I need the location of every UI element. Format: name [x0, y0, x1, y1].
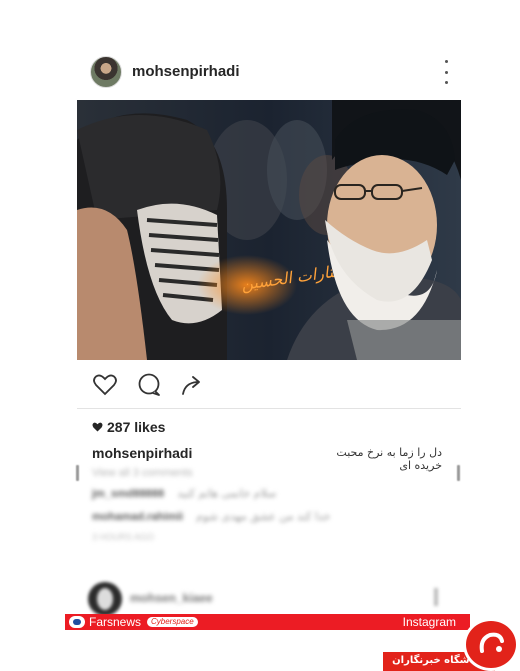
- source-bar: Farsnews Cyberspace Instagram: [65, 614, 470, 630]
- side-bar-left: [76, 465, 79, 481]
- post-header: mohsenpirhadi: [90, 56, 450, 90]
- next-post-more-icon[interactable]: [434, 588, 438, 606]
- next-post-username[interactable]: mohsen_kiaee: [130, 591, 213, 605]
- source-name: Farsnews: [89, 615, 142, 629]
- comment-row: mohamad.rahimii خدا کند من عشق مهدی شوم: [92, 510, 330, 523]
- view-comments-link[interactable]: View all 3 comments: [92, 467, 193, 479]
- platform-name: Instagram: [402, 615, 456, 629]
- username[interactable]: mohsenpirhadi: [132, 63, 240, 80]
- comment-user[interactable]: jm_smd88888: [92, 488, 164, 500]
- comment-text: خدا کند من عشق مهدی شوم: [196, 510, 331, 523]
- caption: mohsenpirhadi دل را زما به نرخ محبت خرید…: [92, 445, 442, 472]
- caption-username[interactable]: mohsenpirhadi: [92, 445, 192, 461]
- side-bar-right: [457, 465, 460, 481]
- watermark-logo-icon: [463, 618, 519, 671]
- source-section: Cyberspace: [147, 617, 198, 627]
- likes-count[interactable]: 287 likes: [92, 419, 165, 435]
- comment-text: سلام خانمی هاتم کنید: [177, 487, 277, 500]
- share-icon[interactable]: [179, 372, 205, 398]
- caption-text: دل را زما به نرخ محبت خریده ای: [336, 446, 442, 472]
- post-photo: یا لثارات الحسین: [77, 100, 461, 360]
- heart-icon[interactable]: [92, 372, 118, 398]
- next-post-avatar[interactable]: [88, 582, 122, 616]
- more-options-icon[interactable]: [442, 60, 450, 84]
- post-time: 3 HOURS AGO: [92, 532, 155, 542]
- heart-small-icon: [92, 422, 103, 432]
- post-image[interactable]: یا لثارات الحسین: [77, 100, 461, 360]
- divider: [77, 408, 461, 409]
- watermark-text: باشگاه خبرنگاران: [392, 655, 477, 666]
- avatar[interactable]: [90, 56, 122, 88]
- comment-user[interactable]: mohamad.rahimii: [92, 511, 183, 523]
- action-bar: [92, 372, 212, 398]
- comment-row: jm_smd88888 سلام خانمی هاتم کنید: [92, 487, 276, 500]
- comment-icon[interactable]: [136, 372, 162, 398]
- farsnews-logo-icon: [69, 616, 85, 628]
- likes-text: 287 likes: [107, 419, 166, 435]
